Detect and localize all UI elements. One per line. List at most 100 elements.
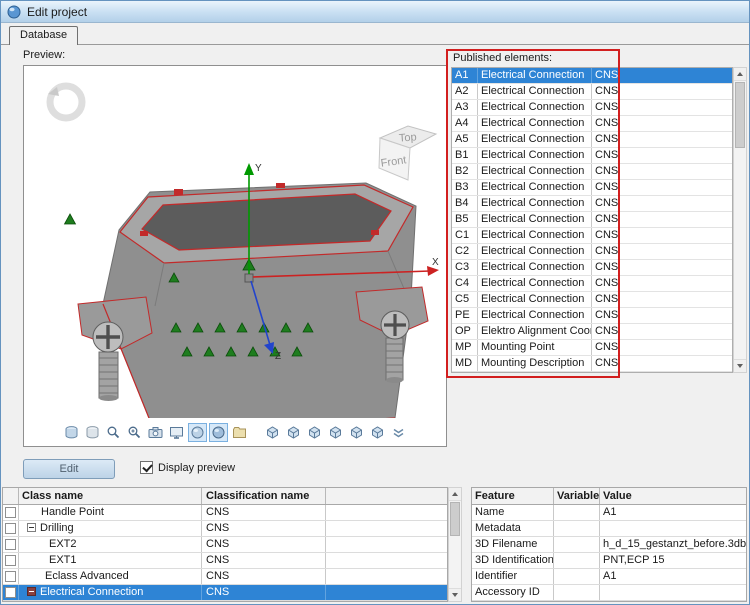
- view-back-icon[interactable]: [284, 423, 303, 442]
- view-front-icon[interactable]: [263, 423, 282, 442]
- y-axis-label: Y: [255, 163, 262, 174]
- edit-project-window: Edit project Database Preview: Top Front: [0, 0, 750, 605]
- published-row[interactable]: A1Electrical ConnectionCNS: [452, 68, 732, 84]
- shading-mode-icon[interactable]: [62, 423, 81, 442]
- published-row[interactable]: C5Electrical ConnectionCNS: [452, 292, 732, 308]
- edit-button[interactable]: Edit: [23, 459, 115, 479]
- variable-header[interactable]: Variable: [554, 488, 600, 504]
- published-scrollbar[interactable]: [733, 67, 747, 373]
- feature-header[interactable]: Feature: [472, 488, 554, 504]
- zoom-icon[interactable]: [104, 423, 123, 442]
- shaded-render-icon[interactable]: [188, 423, 207, 442]
- row-checkbox[interactable]: [5, 523, 16, 534]
- expand-minus-icon[interactable]: [27, 587, 36, 596]
- published-row[interactable]: B5Electrical ConnectionCNS: [452, 212, 732, 228]
- published-row[interactable]: MDMounting DescriptionCNS: [452, 356, 732, 372]
- view-left-icon[interactable]: [305, 423, 324, 442]
- feature-cell-value: [600, 521, 746, 536]
- published-cell-name: Electrical Connection: [478, 196, 592, 211]
- class-label: Eclass Advanced: [45, 570, 129, 582]
- classification-name-header[interactable]: Classification name: [202, 488, 326, 504]
- class-row[interactable]: DrillingCNS: [3, 521, 447, 537]
- expand-minus-icon[interactable]: [27, 523, 36, 532]
- view-cube-top-label[interactable]: Top: [399, 131, 418, 144]
- published-cell-name: Electrical Connection: [478, 276, 592, 291]
- row-checkbox[interactable]: [5, 587, 16, 598]
- scroll-down-icon[interactable]: [449, 588, 461, 601]
- display-preview-checkbox[interactable]: [140, 461, 153, 474]
- class-table-scrollbar[interactable]: [448, 487, 462, 602]
- view-top-icon[interactable]: [347, 423, 366, 442]
- view-bottom-icon[interactable]: [368, 423, 387, 442]
- published-row[interactable]: A5Electrical ConnectionCNS: [452, 132, 732, 148]
- published-cell-name: Electrical Connection: [478, 132, 592, 147]
- class-label: Electrical Connection: [40, 586, 143, 598]
- class-name-header[interactable]: Class name: [19, 488, 202, 504]
- checkbox-column-header[interactable]: [3, 488, 19, 504]
- feature-row[interactable]: NameA1: [472, 505, 746, 521]
- published-row[interactable]: MPMounting PointCNS: [452, 340, 732, 356]
- feature-cell-value: A1: [600, 505, 746, 520]
- row-checkbox[interactable]: [5, 539, 16, 550]
- published-cell-type: CNS: [592, 84, 620, 99]
- catalog-icon[interactable]: [230, 423, 249, 442]
- view-cube[interactable]: Top Front: [379, 126, 436, 180]
- feature-row[interactable]: Metadata: [472, 521, 746, 537]
- published-row[interactable]: A2Electrical ConnectionCNS: [452, 84, 732, 100]
- collapse-toolbar-icon[interactable]: [389, 423, 408, 442]
- published-row[interactable]: PEElectrical ConnectionCNS: [452, 308, 732, 324]
- published-row[interactable]: B1Electrical ConnectionCNS: [452, 148, 732, 164]
- feature-row[interactable]: IdentifierA1: [472, 569, 746, 585]
- published-cell-code: A1: [452, 68, 478, 83]
- empty-header[interactable]: [326, 488, 447, 504]
- scrollbar-thumb[interactable]: [735, 82, 745, 148]
- row-checkbox[interactable]: [5, 507, 16, 518]
- snapshot-icon[interactable]: [146, 423, 165, 442]
- published-row[interactable]: B2Electrical ConnectionCNS: [452, 164, 732, 180]
- class-row[interactable]: Eclass Advanced CNS: [3, 569, 447, 585]
- rotation-compass-icon[interactable]: [48, 86, 82, 118]
- class-row[interactable]: Electrical ConnectionCNS: [3, 585, 447, 601]
- published-row[interactable]: B3Electrical ConnectionCNS: [452, 180, 732, 196]
- class-row[interactable]: Handle PointCNS: [3, 505, 447, 521]
- published-row[interactable]: A4Electrical ConnectionCNS: [452, 116, 732, 132]
- published-cell-name: Electrical Connection: [478, 148, 592, 163]
- class-row[interactable]: EXT2 CNS: [3, 537, 447, 553]
- row-checkbox[interactable]: [5, 555, 16, 566]
- feature-row[interactable]: 3D IdentificationPNT,ECP 15: [472, 553, 746, 569]
- zoom-window-icon[interactable]: [125, 423, 144, 442]
- scroll-up-icon[interactable]: [449, 488, 461, 501]
- published-row[interactable]: C2Electrical ConnectionCNS: [452, 244, 732, 260]
- published-row[interactable]: C4Electrical ConnectionCNS: [452, 276, 732, 292]
- value-header[interactable]: Value: [600, 488, 746, 504]
- scroll-up-icon[interactable]: [734, 68, 746, 81]
- published-row[interactable]: A3Electrical ConnectionCNS: [452, 100, 732, 116]
- published-row[interactable]: OPElektro Alignment CoordsysCNS: [452, 324, 732, 340]
- published-row[interactable]: C1Electrical ConnectionCNS: [452, 228, 732, 244]
- classification-cell: CNS: [202, 537, 326, 552]
- view-right-icon[interactable]: [326, 423, 345, 442]
- feature-cell-variable: [554, 505, 600, 520]
- 3d-viewport[interactable]: Top Front: [24, 66, 446, 418]
- published-cell-code: C4: [452, 276, 478, 291]
- material-render-icon[interactable]: [209, 423, 228, 442]
- classification-cell: CNS: [202, 569, 326, 584]
- feature-cell-variable: [554, 553, 600, 568]
- section-mode-icon[interactable]: [83, 423, 102, 442]
- fit-screen-icon[interactable]: [167, 423, 186, 442]
- class-row[interactable]: EXT1CNS: [3, 553, 447, 569]
- feature-row[interactable]: 3D Filenameh_d_15_gestanzt_before.3db: [472, 537, 746, 553]
- scroll-down-icon[interactable]: [734, 359, 746, 372]
- tab-database[interactable]: Database: [9, 26, 78, 45]
- class-label: EXT2: [49, 538, 77, 550]
- published-row[interactable]: C3Electrical ConnectionCNS: [452, 260, 732, 276]
- classification-cell: CNS: [202, 521, 326, 536]
- row-checkbox[interactable]: [5, 571, 16, 582]
- published-row[interactable]: B4Electrical ConnectionCNS: [452, 196, 732, 212]
- title-bar[interactable]: Edit project: [1, 1, 749, 23]
- scrollbar-thumb[interactable]: [450, 502, 460, 536]
- published-cell-name: Electrical Connection: [478, 180, 592, 195]
- feature-row[interactable]: Accessory ID: [472, 585, 746, 601]
- feature-cell-variable: [554, 521, 600, 536]
- published-cell-type: CNS: [592, 164, 620, 179]
